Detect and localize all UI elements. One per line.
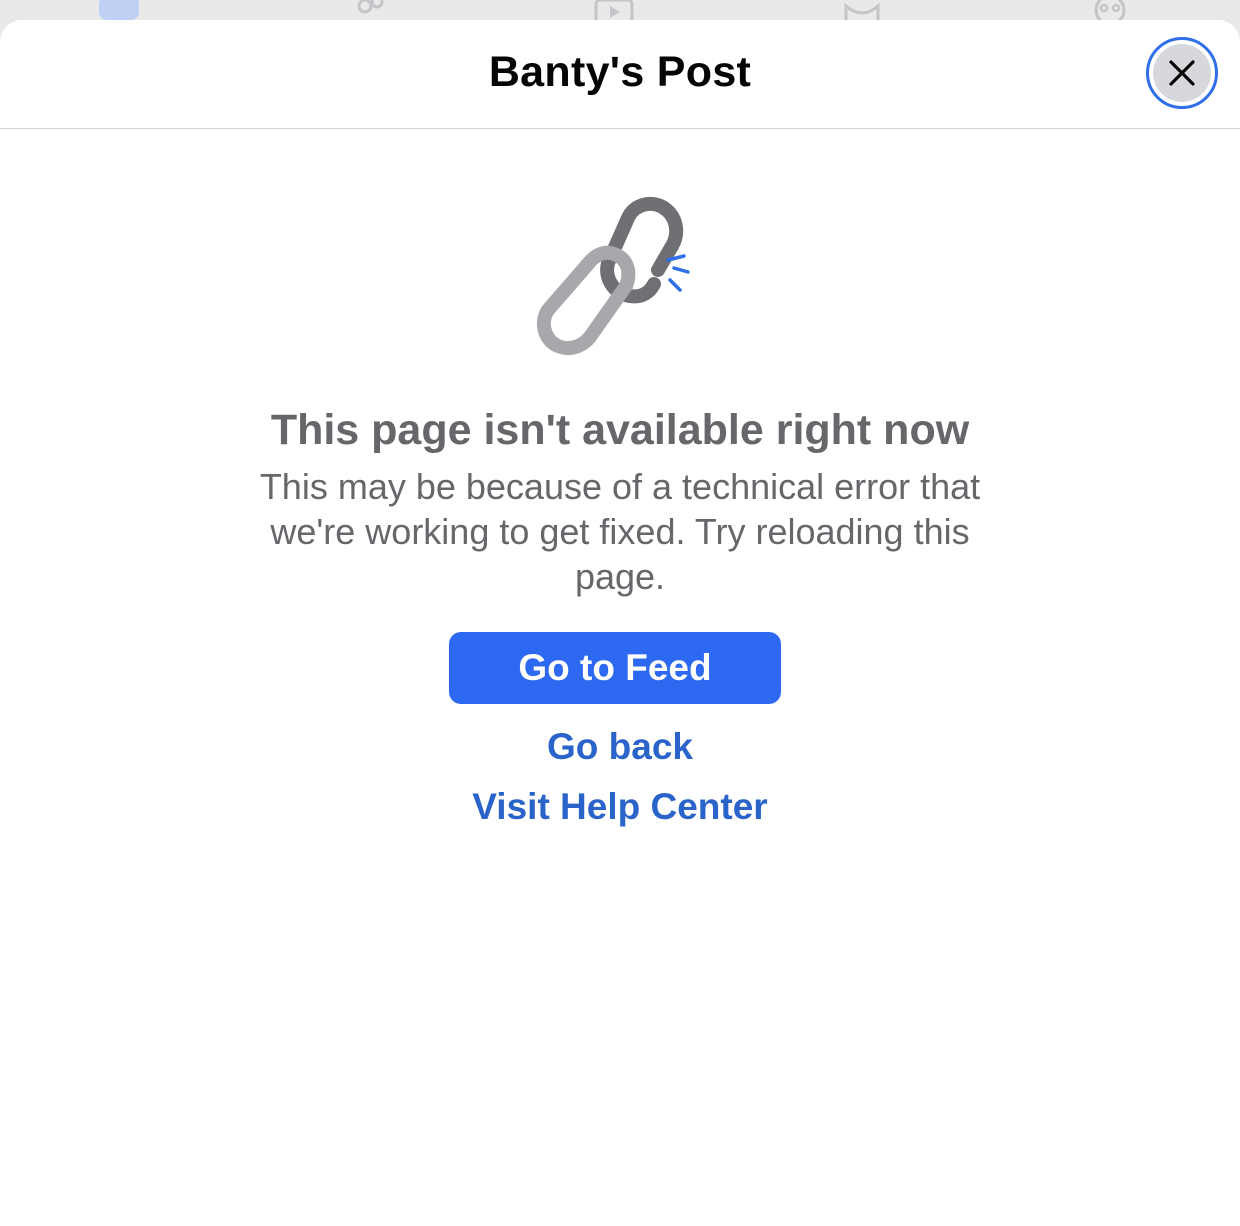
groups-icon[interactable]: [1088, 0, 1132, 20]
video-icon[interactable]: [592, 0, 636, 20]
go-back-link[interactable]: Go back: [0, 726, 1240, 768]
post-sheet: Banty's Post This page isn't available r…: [0, 20, 1240, 1226]
broken-link-icon: [536, 196, 690, 356]
home-icon[interactable]: [97, 0, 141, 20]
friends-icon[interactable]: [347, 0, 391, 20]
close-button[interactable]: [1146, 37, 1218, 109]
sheet-header: Banty's Post: [0, 20, 1240, 129]
sheet-title: Banty's Post: [488, 48, 752, 96]
visit-help-center-link[interactable]: Visit Help Center: [0, 786, 1240, 830]
error-heading: This page isn't available right now: [270, 406, 970, 454]
close-button-surface[interactable]: [1153, 44, 1211, 102]
marketplace-icon[interactable]: [840, 0, 884, 20]
error-message: This may be because of a technical error…: [259, 466, 981, 597]
go-to-feed-button[interactable]: Go to Feed: [449, 632, 781, 704]
close-icon: [1169, 60, 1195, 86]
